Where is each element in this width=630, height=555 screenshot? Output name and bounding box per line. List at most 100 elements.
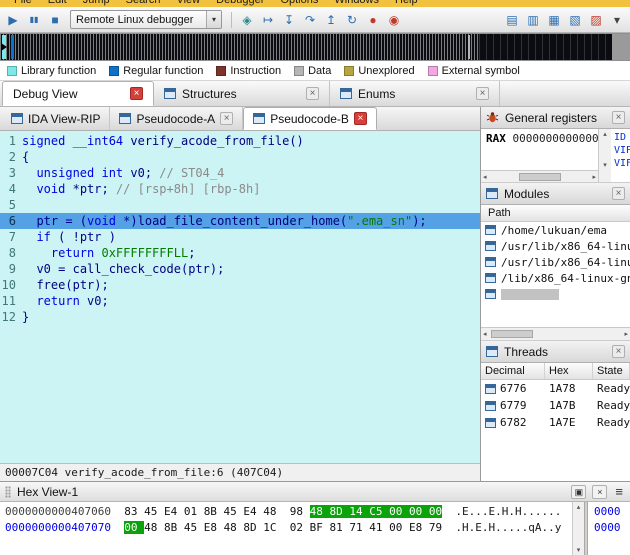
flag-vip[interactable]: VIP bbox=[614, 144, 630, 157]
modules-pane-header[interactable]: Modules × bbox=[481, 183, 630, 205]
menu-edit[interactable]: Edit bbox=[40, 0, 75, 7]
code-line-4[interactable]: 4 void *ptr; // [rsp+8h] [rbp-8h] bbox=[0, 181, 480, 197]
code-line-3[interactable]: 3 unsigned int v0; // ST04_4 bbox=[0, 165, 480, 181]
start-process-icon[interactable]: ▶ bbox=[3, 10, 23, 30]
external-symbol-swatch bbox=[427, 65, 438, 76]
close-hexview-button[interactable]: × bbox=[592, 484, 608, 499]
legend-data: Data bbox=[294, 65, 331, 77]
hex-bytes-group-2: 98 48 8D 14 C5 00 00 00 bbox=[289, 505, 443, 518]
module-row-2[interactable]: /usr/lib/x86_64-linux bbox=[481, 238, 630, 254]
navigation-band[interactable] bbox=[0, 33, 630, 61]
hex-vertical-scrollbar[interactable]: ▴ ▾ bbox=[572, 502, 584, 555]
code-line-8[interactable]: 8 return 0xFFFFFFFFLL; bbox=[0, 245, 480, 261]
view-tab-ida-view-rip[interactable]: IDA View-RIP bbox=[2, 107, 111, 130]
line-number: 1 bbox=[8, 134, 16, 148]
drag-grip[interactable] bbox=[5, 485, 11, 498]
close-debug-view-button[interactable]: × bbox=[130, 87, 143, 100]
module-row-4[interactable]: /lib/x86_64-linux-gn bbox=[481, 270, 630, 286]
add-breakpoint-icon[interactable]: ● bbox=[363, 10, 383, 30]
debugger-windows-menu-icon[interactable]: ▾ bbox=[607, 10, 627, 30]
register-row-rax[interactable]: RAX 0000000000000000 bbox=[486, 132, 598, 145]
module-row-3[interactable]: /usr/lib/x86_64-linu bbox=[481, 254, 630, 270]
code-line-2[interactable]: 2{ bbox=[0, 149, 480, 165]
close-threads-button[interactable]: × bbox=[612, 345, 625, 358]
module-row-selected[interactable] bbox=[481, 286, 630, 302]
code-text: ptr = (void *)load_file_content_under_ho… bbox=[22, 214, 427, 228]
code-text: signed __int64 verify_acode_from_file() bbox=[22, 134, 304, 148]
window-tab-structures[interactable]: Structures × bbox=[154, 81, 330, 106]
pseudocode-view[interactable]: 1 signed __int64 verify_acode_from_file()… bbox=[0, 131, 480, 463]
registers-pane-header[interactable]: General registers × bbox=[481, 107, 630, 129]
thread-row-2[interactable]: 6779 1A7B Ready bbox=[481, 397, 630, 414]
chevron-down-icon[interactable]: ▾ bbox=[206, 11, 221, 28]
code-line-7[interactable]: 7 if ( !ptr ) bbox=[0, 229, 480, 245]
close-enums-button[interactable]: × bbox=[476, 87, 489, 100]
code-line-6[interactable]: 6 ptr = (void *)load_file_content_under_… bbox=[0, 213, 480, 229]
panel-menu-icon[interactable]: ≡ bbox=[613, 484, 625, 499]
hex-row-1[interactable]: 0000000000407060 83 45 E4 01 8B 45 E4 48… bbox=[5, 504, 572, 520]
thread-row-1[interactable]: 6776 1A78 Ready bbox=[481, 380, 630, 397]
menu-debugger[interactable]: Debugger bbox=[208, 0, 272, 7]
float-window-button[interactable]: ▣ bbox=[571, 484, 587, 499]
code-line-11[interactable]: 11 return v0; bbox=[0, 293, 480, 309]
flag-vif[interactable]: VIF bbox=[614, 157, 630, 170]
threads-column-hex[interactable]: Hex bbox=[545, 363, 593, 379]
hex-row-2[interactable]: 0000000000407070 00 48 8B 45 E8 48 8D 1C… bbox=[5, 520, 572, 536]
window-tab-debug-view[interactable]: Debug View × bbox=[2, 81, 154, 106]
run-until-return-icon[interactable]: ↥ bbox=[321, 10, 341, 30]
threads-column-decimal[interactable]: Decimal bbox=[481, 363, 545, 379]
modules-path-column-header[interactable]: Path bbox=[481, 205, 630, 222]
close-modules-button[interactable]: × bbox=[612, 187, 625, 200]
menu-view[interactable]: View bbox=[168, 0, 208, 7]
pause-process-icon[interactable]: ▮▮ bbox=[24, 10, 44, 30]
open-modules-window-icon[interactable]: ▦ bbox=[544, 10, 564, 30]
thread-row-3[interactable]: 6782 1A7E Ready bbox=[481, 414, 630, 431]
menu-windows[interactable]: Windows bbox=[326, 0, 387, 7]
hex-view-content: 0000000000407060 83 45 E4 01 8B 45 E4 48… bbox=[0, 502, 630, 555]
debugger-side-panel: General registers × RAX 0000000000000000… bbox=[481, 107, 630, 481]
close-structures-button[interactable]: × bbox=[306, 87, 319, 100]
open-threads-window-icon[interactable]: ▥ bbox=[523, 10, 543, 30]
registers-vertical-scrollbar[interactable]: ▴ ▾ bbox=[598, 129, 611, 182]
close-registers-button[interactable]: × bbox=[612, 111, 625, 124]
run-to-cursor-icon[interactable]: ↦ bbox=[258, 10, 278, 30]
registers-horizontal-scrollbar[interactable]: ◂ ▸ bbox=[481, 170, 598, 182]
code-line-10[interactable]: 10 free(ptr); bbox=[0, 277, 480, 293]
close-pseudocode-a-button[interactable]: × bbox=[220, 112, 234, 125]
breakpoint-list-icon[interactable]: ◉ bbox=[384, 10, 404, 30]
menu-file[interactable]: File bbox=[6, 0, 40, 7]
module-icon bbox=[485, 289, 496, 299]
stop-process-icon[interactable]: ■ bbox=[45, 10, 65, 30]
open-registers-window-icon[interactable]: ▤ bbox=[502, 10, 522, 30]
view-tab-pseudocode-a[interactable]: Pseudocode-A × bbox=[110, 107, 244, 130]
modules-horizontal-scrollbar[interactable]: ◂ ▸ bbox=[481, 327, 630, 340]
code-line-5[interactable]: 5 bbox=[0, 197, 480, 213]
code-line-9[interactable]: 9 v0 = call_check_code(ptr); bbox=[0, 261, 480, 277]
threads-pane-header[interactable]: Threads × bbox=[481, 341, 630, 363]
hex-dump[interactable]: 0000000000407060 83 45 E4 01 8B 45 E4 48… bbox=[0, 502, 572, 555]
window-tab-enums[interactable]: Enums × bbox=[330, 81, 500, 106]
debugger-selector[interactable]: Remote Linux debugger ▾ bbox=[70, 10, 222, 29]
refresh-memory-icon[interactable]: ↻ bbox=[342, 10, 362, 30]
module-row-1[interactable]: /home/lukuan/ema bbox=[481, 222, 630, 238]
flag-id[interactable]: ID bbox=[614, 131, 630, 144]
open-stack-window-icon[interactable]: ▧ bbox=[565, 10, 585, 30]
open-breakpoints-window-icon[interactable]: ▨ bbox=[586, 10, 606, 30]
step-into-icon[interactable]: ↧ bbox=[279, 10, 299, 30]
hex-ascii: .H.E.H.....qA..y bbox=[455, 521, 562, 534]
debugger-setup-icon[interactable]: ◈ bbox=[237, 10, 257, 30]
menu-options[interactable]: Options bbox=[272, 0, 326, 7]
threads-column-state[interactable]: State bbox=[593, 363, 630, 379]
hex-view-titlebar[interactable]: Hex View-1 ▣ × ≡ bbox=[0, 482, 630, 502]
stack-view-fragment[interactable]: 0000 0000 bbox=[588, 502, 630, 555]
menu-search[interactable]: Search bbox=[118, 0, 169, 7]
code-line-12[interactable]: 12} bbox=[0, 309, 480, 325]
view-tab-pseudocode-b[interactable]: Pseudocode-B × bbox=[243, 107, 377, 130]
step-over-icon[interactable]: ↷ bbox=[300, 10, 320, 30]
menu-help[interactable]: Help bbox=[387, 0, 426, 7]
module-icon bbox=[485, 273, 496, 283]
close-pseudocode-b-button[interactable]: × bbox=[353, 112, 367, 125]
code-line-1[interactable]: 1 signed __int64 verify_acode_from_file() bbox=[0, 133, 480, 149]
menu-jump[interactable]: Jump bbox=[75, 0, 118, 7]
hex-address: 0000000000407070 bbox=[5, 521, 111, 534]
